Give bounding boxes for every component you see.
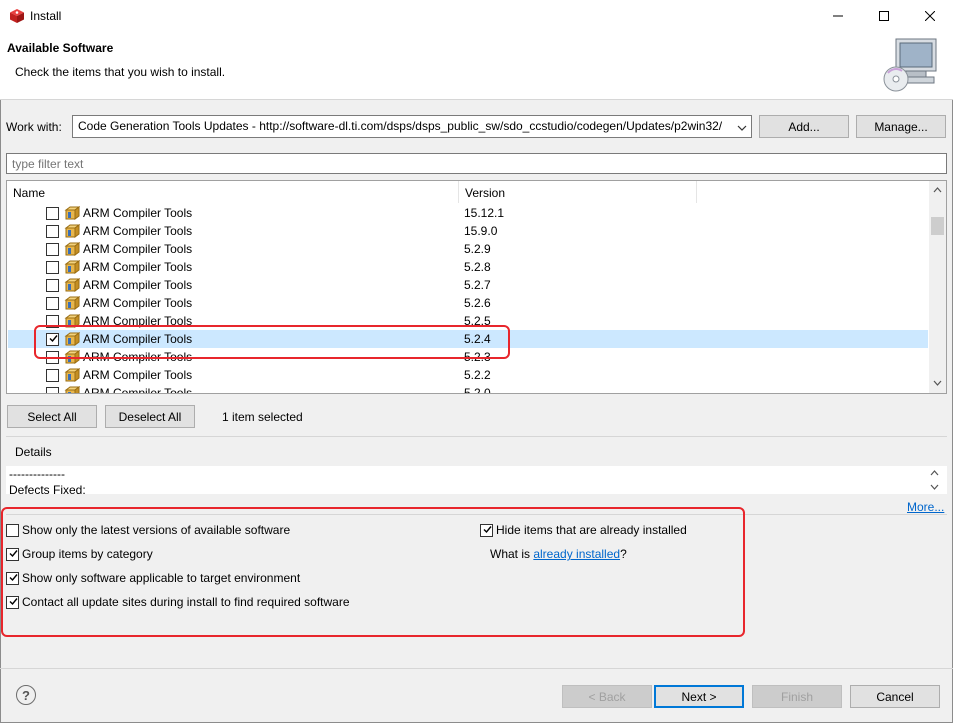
row-version: 15.12.1 xyxy=(464,206,505,220)
minimize-button[interactable] xyxy=(815,0,861,31)
close-button[interactable] xyxy=(907,0,953,31)
more-details-link[interactable]: More... xyxy=(907,500,944,514)
divider xyxy=(6,436,947,437)
wizard-banner: Available Software Check the items that … xyxy=(0,31,953,100)
row-name: ARM Compiler Tools xyxy=(83,260,193,274)
help-icon[interactable]: ? xyxy=(16,685,36,705)
highlight-options xyxy=(1,507,745,637)
app-cube-icon xyxy=(9,8,25,27)
row-checkbox[interactable] xyxy=(46,261,59,274)
table-row[interactable]: ARM Compiler Tools 15.12.1 xyxy=(8,204,928,222)
work-with-combo[interactable]: Code Generation Tools Updates - http://s… xyxy=(72,115,752,138)
deselect-all-button[interactable]: Deselect All xyxy=(105,405,195,428)
highlight-selected-row xyxy=(34,325,510,359)
table-row[interactable]: ARM Compiler Tools 5.2.7 xyxy=(8,276,928,294)
column-header-version[interactable]: Version xyxy=(459,181,697,203)
scroll-down-icon[interactable] xyxy=(930,484,939,490)
row-version: 5.2.6 xyxy=(464,296,491,310)
maximize-button[interactable] xyxy=(861,0,907,31)
row-checkbox[interactable] xyxy=(46,225,59,238)
column-header-name[interactable]: Name xyxy=(7,181,459,203)
row-checkbox[interactable] xyxy=(46,387,59,393)
details-text-area[interactable]: -------------- Defects Fixed: xyxy=(6,466,947,497)
table-row[interactable]: ARM Compiler Tools 5.2.2 xyxy=(8,366,928,384)
row-checkbox[interactable] xyxy=(46,369,59,382)
title-bar: Install xyxy=(0,0,953,31)
install-computer-icon xyxy=(880,37,940,96)
page-title: Available Software xyxy=(7,41,114,55)
row-name: ARM Compiler Tools xyxy=(83,386,193,394)
scroll-up-icon[interactable] xyxy=(930,470,939,476)
row-checkbox[interactable] xyxy=(46,279,59,292)
filter-input[interactable] xyxy=(6,153,947,174)
row-version: 15.9.0 xyxy=(464,224,498,238)
table-row[interactable]: ARM Compiler Tools 5.2.6 xyxy=(8,294,928,312)
table-row[interactable]: ARM Compiler Tools 5.2.0 xyxy=(8,384,928,394)
row-checkbox[interactable] xyxy=(46,243,59,256)
window-title: Install xyxy=(30,9,62,23)
row-name: ARM Compiler Tools xyxy=(83,296,193,310)
row-checkbox[interactable] xyxy=(46,207,59,220)
scroll-down-icon[interactable] xyxy=(933,380,942,386)
package-icon xyxy=(64,385,81,393)
row-version: 5.2.2 xyxy=(464,368,491,382)
row-name: ARM Compiler Tools xyxy=(83,242,193,256)
row-version: 5.2.0 xyxy=(464,386,491,394)
chevron-down-icon[interactable] xyxy=(737,121,747,135)
scroll-thumb[interactable] xyxy=(931,217,944,235)
row-version: 5.2.8 xyxy=(464,260,491,274)
close-icon xyxy=(925,10,935,21)
footer-divider xyxy=(0,668,953,669)
details-line: -------------- xyxy=(9,467,65,481)
selection-status: 1 item selected xyxy=(222,410,303,424)
cancel-button[interactable]: Cancel xyxy=(850,685,940,708)
row-name: ARM Compiler Tools xyxy=(83,278,193,292)
select-all-button[interactable]: Select All xyxy=(7,405,97,428)
back-button[interactable]: < Back xyxy=(562,685,652,708)
scroll-up-icon[interactable] xyxy=(933,187,942,193)
table-scrollbar[interactable] xyxy=(929,181,946,393)
row-name: ARM Compiler Tools xyxy=(83,206,193,220)
page-description: Check the items that you wish to install… xyxy=(15,65,226,79)
table-row[interactable]: ARM Compiler Tools 15.9.0 xyxy=(8,222,928,240)
maximize-icon xyxy=(879,10,889,21)
software-table: Name Version ARM Compiler Tools 15.12.1 AR… xyxy=(6,180,947,394)
row-checkbox[interactable] xyxy=(46,297,59,310)
row-version: 5.2.9 xyxy=(464,242,491,256)
details-line: Defects Fixed: xyxy=(9,483,86,497)
table-row[interactable]: ARM Compiler Tools 5.2.9 xyxy=(8,240,928,258)
work-with-value: Code Generation Tools Updates - http://s… xyxy=(78,119,723,133)
details-label: Details xyxy=(15,445,52,459)
row-name: ARM Compiler Tools xyxy=(83,224,193,238)
work-with-label: Work with: xyxy=(6,120,62,134)
finish-button[interactable]: Finish xyxy=(752,685,842,708)
row-version: 5.2.7 xyxy=(464,278,491,292)
minimize-icon xyxy=(833,15,843,16)
row-name: ARM Compiler Tools xyxy=(83,368,193,382)
manage-sites-button[interactable]: Manage... xyxy=(856,115,946,138)
next-button[interactable]: Next > xyxy=(654,685,744,708)
add-site-button[interactable]: Add... xyxy=(759,115,849,138)
table-row[interactable]: ARM Compiler Tools 5.2.8 xyxy=(8,258,928,276)
